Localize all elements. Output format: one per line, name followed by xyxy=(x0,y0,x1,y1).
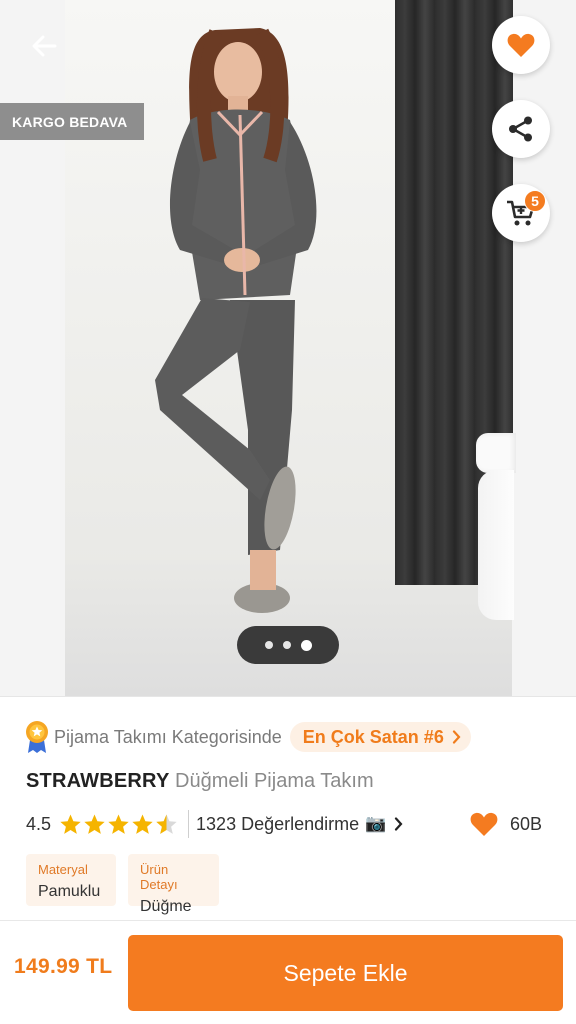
arrow-left-icon xyxy=(32,35,57,57)
share-icon xyxy=(509,116,532,142)
brand-name[interactable]: STRAWBERRY xyxy=(26,770,169,792)
star-half-icon xyxy=(156,813,177,834)
photo-stool xyxy=(476,433,516,473)
heart-icon xyxy=(470,812,498,836)
best-seller-rank-label: En Çok Satan #6 xyxy=(302,726,444,747)
star-icon xyxy=(84,813,105,834)
attribute-value: Düğme xyxy=(140,898,192,915)
heart-icon xyxy=(507,33,535,57)
divider xyxy=(0,920,576,921)
free-shipping-badge: KARGO BEDAVA xyxy=(0,103,144,140)
attribute-chip-detail: Ürün Detayı Düğme xyxy=(128,854,219,915)
photo-stool-base xyxy=(478,470,514,620)
star-icon xyxy=(132,813,153,834)
rating-score: 4.5 xyxy=(26,813,52,834)
image-pager[interactable] xyxy=(237,626,339,664)
attribute-label: Materyal xyxy=(38,862,88,877)
attribute-chip-material: Materyal Pamuklu xyxy=(26,854,116,906)
model-figure xyxy=(155,28,317,613)
medal-icon xyxy=(26,721,48,753)
best-seller-rank-link[interactable]: En Çok Satan #6 xyxy=(289,722,471,752)
camera-icon: 📷 xyxy=(365,814,387,833)
attribute-value: Pamuklu xyxy=(38,883,101,900)
attribute-label: Ürün Detayı xyxy=(140,862,178,892)
chevron-right-icon xyxy=(395,817,403,831)
cart-button[interactable]: 5 xyxy=(492,184,550,242)
product-price: 149.99 TL xyxy=(14,955,113,978)
pager-dot[interactable] xyxy=(264,641,273,649)
share-button[interactable] xyxy=(492,100,550,158)
add-to-cart-button[interactable]: Sepete Ekle xyxy=(128,935,563,1011)
product-image-gallery[interactable]: KARGO BEDAVA 5 xyxy=(0,0,576,696)
cart-count-badge: 5 xyxy=(524,190,546,212)
review-count-link[interactable]: 1323 Değerlendirme xyxy=(196,814,359,835)
likes-count: 60B xyxy=(510,813,543,834)
product-title: STRAWBERRY Düğmeli Pijama Takım xyxy=(26,770,374,793)
rating-separator xyxy=(188,810,190,838)
back-button[interactable] xyxy=(22,26,66,66)
pager-dot[interactable] xyxy=(282,641,291,649)
star-icon xyxy=(60,813,81,834)
pager-dot-active[interactable] xyxy=(300,639,312,651)
star-rating xyxy=(59,813,178,836)
category-rank-row: Pijama Takımı Kategorisinde En Çok Satan… xyxy=(24,720,471,754)
category-label: Pijama Takımı Kategorisinde xyxy=(54,726,282,747)
likes-counter[interactable]: 60B xyxy=(470,810,542,838)
rating-row[interactable]: 4.5 1323 Değerlendirme 📷 xyxy=(26,810,403,838)
chevron-right-icon xyxy=(452,730,461,744)
favorite-button[interactable] xyxy=(492,16,550,74)
star-icon xyxy=(108,813,129,834)
divider xyxy=(0,696,576,697)
product-name: Düğmeli Pijama Takım xyxy=(175,770,374,792)
